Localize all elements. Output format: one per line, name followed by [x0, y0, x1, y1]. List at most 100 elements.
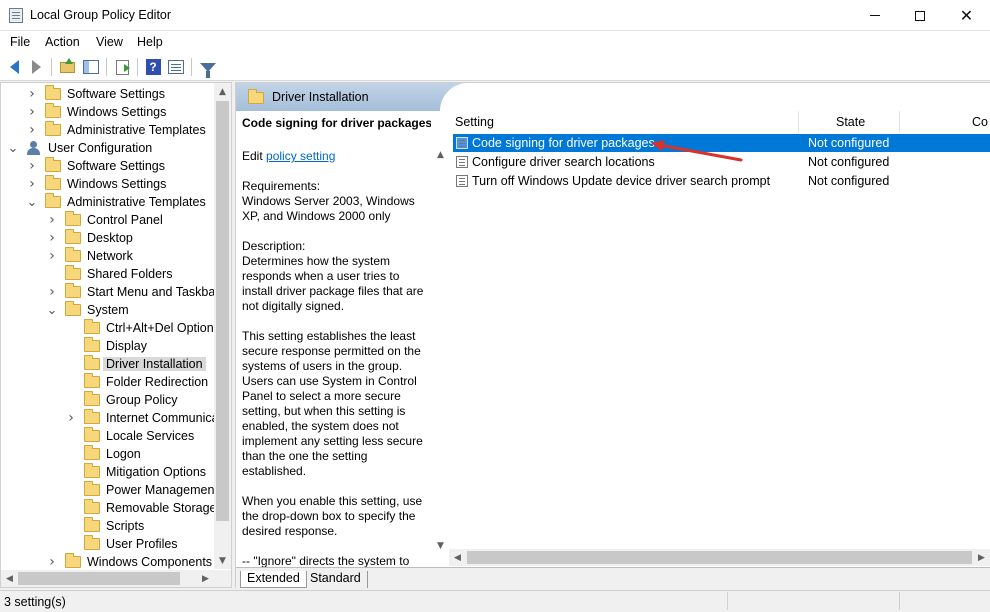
filter-button[interactable]: [199, 58, 217, 78]
tree-item[interactable]: Ctrl+Alt+Del Options: [66, 319, 220, 337]
chevron-right-icon[interactable]: ›: [47, 211, 57, 229]
chevron-right-icon[interactable]: ›: [47, 229, 57, 247]
export-list-button[interactable]: [113, 58, 131, 76]
tree-item-label: Control Panel: [87, 213, 163, 227]
tree-item[interactable]: › Windows Settings: [27, 103, 166, 121]
tree-item[interactable]: › Desktop: [47, 229, 133, 247]
maximize-button[interactable]: [897, 0, 943, 31]
tree-item[interactable]: ⌄ Administrative Templates: [27, 193, 206, 211]
description-scroll-up-icon[interactable]: ▲: [432, 146, 449, 163]
settings-list[interactable]: Setting State Co Code signing for driver…: [449, 111, 990, 567]
tree-scroll-up-icon[interactable]: ▲: [214, 83, 231, 100]
menu-view[interactable]: View: [96, 35, 123, 49]
list-scroll-right-icon[interactable]: ▶: [973, 549, 990, 566]
properties-pane-icon: [168, 60, 184, 74]
chevron-down-icon[interactable]: ⌄: [27, 193, 38, 211]
tree-item-label: Windows Components: [87, 555, 213, 569]
menu-action[interactable]: Action: [45, 35, 80, 49]
chevron-right-icon[interactable]: ›: [47, 553, 57, 571]
tree-item[interactable]: Mitigation Options: [66, 463, 206, 481]
tree-item[interactable]: › Software Settings: [27, 85, 165, 103]
folder-icon: [45, 85, 61, 100]
tree-scroll-down-icon[interactable]: ▼: [214, 552, 231, 569]
show-hide-tree-button[interactable]: [82, 58, 100, 76]
tree-item[interactable]: › Windows Settings: [27, 175, 166, 193]
list-item[interactable]: Code signing for driver packages Not con…: [453, 134, 990, 152]
tree-item[interactable]: Shared Folders: [47, 265, 172, 283]
list-scroll-left-icon[interactable]: ◀: [449, 549, 466, 566]
chevron-right-icon[interactable]: ›: [27, 121, 37, 139]
up-one-level-button[interactable]: [58, 57, 76, 76]
title-bar: Local Group Policy Editor ✕: [0, 0, 990, 31]
column-header-setting[interactable]: Setting: [455, 115, 494, 129]
chevron-right-icon[interactable]: ›: [47, 247, 57, 265]
tree-item-label: Folder Redirection: [106, 375, 209, 389]
chevron-right-icon[interactable]: ›: [66, 409, 76, 427]
chevron-right-icon[interactable]: ›: [27, 103, 37, 121]
menu-file[interactable]: File: [10, 35, 30, 49]
tree-item[interactable]: ⌄ System: [47, 301, 129, 319]
tree-scroll-left-icon[interactable]: ◀: [1, 570, 18, 587]
tree-item-label: Scripts: [106, 519, 145, 533]
menu-help[interactable]: Help: [137, 35, 163, 49]
column-header-state[interactable]: State: [836, 115, 865, 129]
column-divider[interactable]: [798, 111, 799, 133]
tree-item[interactable]: › Internet Communica: [66, 409, 219, 427]
chevron-right-icon[interactable]: ›: [27, 85, 37, 103]
tree-item[interactable]: › Control Panel: [47, 211, 163, 229]
tree-item[interactable]: Locale Services: [66, 427, 194, 445]
column-divider[interactable]: [899, 111, 900, 133]
description-scroll-down-icon[interactable]: ▼: [432, 537, 449, 554]
tree-item-label: Mitigation Options: [106, 465, 207, 479]
folder-icon: [84, 517, 100, 532]
folder-icon: [248, 89, 264, 104]
tree-item[interactable]: › Administrative Templates: [27, 121, 206, 139]
description-scrollbar[interactable]: [432, 146, 449, 554]
tree-item[interactable]: Removable Storage A: [66, 499, 228, 517]
column-header-comment[interactable]: Co: [972, 115, 988, 129]
tree-item[interactable]: › Windows Components: [47, 553, 212, 571]
setting-state: Not configured: [808, 155, 890, 169]
tree-item[interactable]: Display: [66, 337, 147, 355]
tree-item[interactable]: Group Policy: [66, 391, 178, 409]
chevron-down-icon[interactable]: ⌄: [8, 139, 19, 157]
tab-standard[interactable]: Standard: [304, 571, 368, 588]
list-item[interactable]: Configure driver search locations Not co…: [453, 153, 990, 171]
chevron-right-icon[interactable]: ›: [27, 175, 37, 193]
tree-item[interactable]: › Network: [47, 247, 133, 265]
tree-item[interactable]: Driver Installation: [66, 355, 206, 373]
properties-button[interactable]: [167, 58, 185, 76]
back-button[interactable]: [5, 58, 23, 76]
tree-item[interactable]: User Profiles: [66, 535, 178, 553]
chevron-right-icon[interactable]: ›: [47, 283, 57, 301]
chevron-right-icon[interactable]: ›: [27, 157, 37, 175]
forward-button[interactable]: [27, 58, 45, 76]
tree-item[interactable]: Power Management: [66, 481, 218, 499]
tree-item-label: Software Settings: [67, 87, 165, 101]
tree-item[interactable]: Folder Redirection: [66, 373, 208, 391]
help-icon: ?: [145, 59, 161, 75]
tree-scroll-right-icon[interactable]: ▶: [197, 570, 214, 587]
tree-item[interactable]: › Software Settings: [27, 157, 165, 175]
edit-line: Edit policy setting: [242, 149, 427, 164]
navigation-tree[interactable]: › Software Settings › Windows Settings › Admi…: [0, 82, 232, 588]
tree-item[interactable]: › Start Menu and Taskbar: [47, 283, 219, 301]
tab-extended[interactable]: Extended: [240, 571, 307, 588]
tree-hscroll-thumb[interactable]: [18, 572, 180, 585]
list-item[interactable]: Turn off Windows Update device driver se…: [453, 172, 990, 190]
minimize-button[interactable]: [852, 0, 898, 31]
tree-item[interactable]: ⌄ User Configuration: [8, 139, 153, 157]
edit-policy-link[interactable]: policy setting: [266, 149, 335, 163]
tree-item[interactable]: Scripts: [66, 517, 144, 535]
tree-scroll-thumb[interactable]: [216, 101, 229, 521]
help-button[interactable]: ?: [144, 58, 162, 76]
list-hscroll-thumb[interactable]: [467, 551, 972, 564]
tree-item[interactable]: Logon: [66, 445, 141, 463]
folder-icon: [45, 193, 61, 208]
folder-icon: [84, 499, 100, 514]
chevron-down-icon[interactable]: ⌄: [47, 301, 58, 319]
close-button[interactable]: ✕: [943, 0, 990, 31]
header-curve: [440, 83, 990, 111]
maximize-icon: [915, 10, 925, 21]
